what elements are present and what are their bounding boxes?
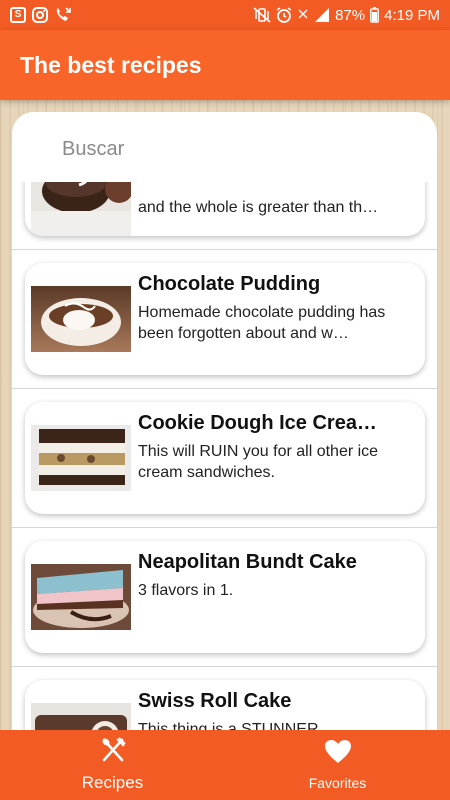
fork-knife-icon — [100, 737, 126, 768]
nav-recipes[interactable]: Recipes — [0, 730, 225, 800]
battery-icon — [370, 7, 380, 23]
battery-percent: 87% — [335, 6, 366, 24]
status-right-icons: 87% 4:19 PM — [253, 7, 440, 24]
nav-favorites-label: Favorites — [308, 775, 367, 791]
recipe-title: Chocolate Pudding — [138, 273, 321, 295]
recipe-description: Homemade chocolate pudding has been forg… — [138, 304, 386, 342]
recipe-title: Cookie Dough Ice Crea… — [138, 412, 377, 434]
no-data-icon — [297, 7, 309, 23]
recipe-description: This will RUIN you for all other ice cre… — [138, 443, 379, 481]
recipe-image — [31, 286, 131, 352]
list-divider — [12, 249, 437, 250]
status-bar: S 87% 4:19 PM — [0, 0, 450, 30]
search-bar — [12, 112, 437, 182]
recipe-image — [31, 564, 131, 630]
vibrate-icon — [253, 7, 271, 23]
nav-favorites[interactable]: Favorites — [225, 730, 450, 800]
recipe-list[interactable]: and the whole is greater than th… Chocol… — [12, 112, 437, 752]
heart-icon — [324, 739, 352, 770]
app-bar: The best recipes — [0, 30, 450, 100]
app-title: The best recipes — [20, 51, 202, 78]
recipe-description: 3 flavors in 1. — [138, 582, 234, 599]
status-time: 4:19 PM — [384, 6, 440, 24]
recipe-image — [31, 425, 131, 491]
s-app-icon: S — [10, 7, 26, 23]
recipe-title: Swiss Roll Cake — [138, 690, 292, 712]
instagram-icon — [32, 7, 48, 23]
recipe-card[interactable]: Chocolate Pudding Homemade chocolate pud… — [25, 263, 425, 375]
recipe-title: Neapolitan Bundt Cake — [138, 551, 357, 573]
list-divider — [12, 527, 437, 528]
missed-call-icon — [54, 7, 72, 23]
list-divider — [12, 666, 437, 667]
recipe-card[interactable]: Neapolitan Bundt Cake 3 flavors in 1. — [25, 541, 425, 653]
alarm-icon — [276, 7, 292, 23]
recipe-description: and the whole is greater than th… — [138, 199, 379, 216]
nav-recipes-label: Recipes — [81, 773, 144, 792]
list-divider — [12, 388, 437, 389]
status-left-icons: S — [10, 7, 72, 23]
signal-icon — [314, 7, 330, 23]
search-input[interactable] — [62, 134, 402, 164]
bottom-nav: Recipes Favorites — [0, 730, 450, 800]
recipes-panel: and the whole is greater than th… Chocol… — [12, 112, 437, 752]
recipe-card[interactable]: Cookie Dough Ice Crea… This will RUIN yo… — [25, 402, 425, 514]
